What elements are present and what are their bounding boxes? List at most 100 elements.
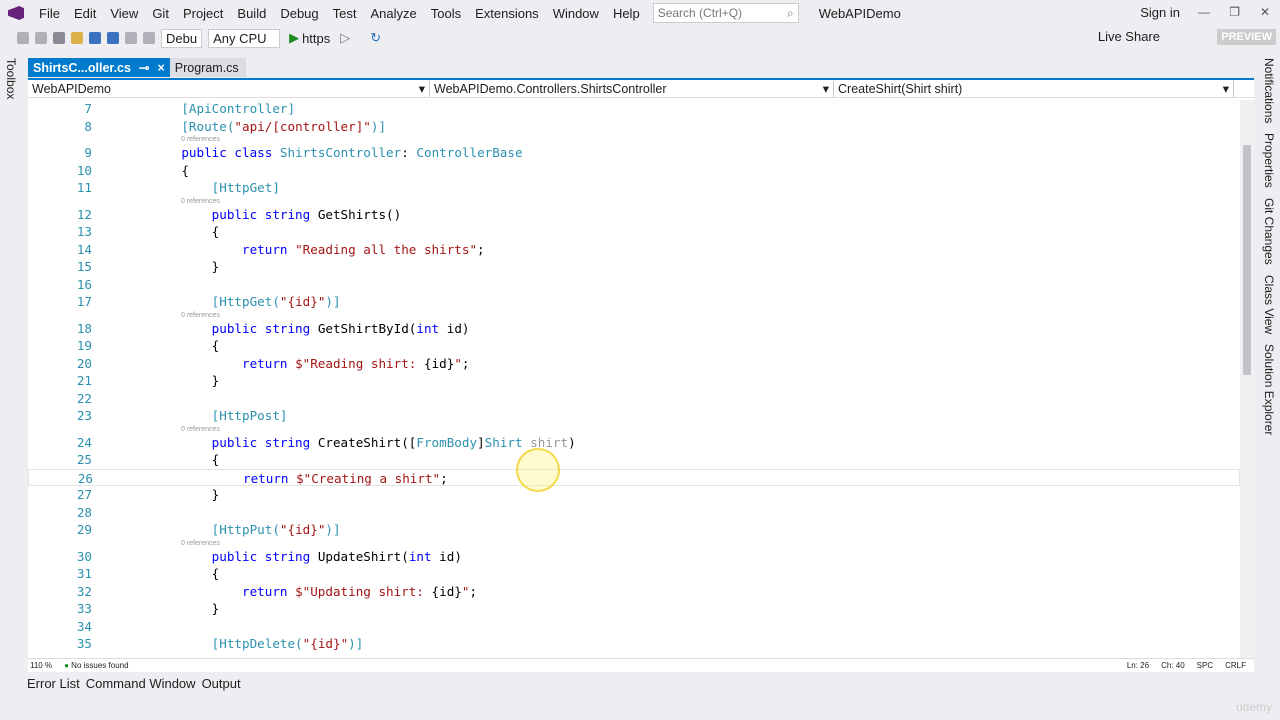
bottom-tab-error-list[interactable]: Error List [27, 676, 80, 691]
zoom-level[interactable]: 110 % [30, 661, 52, 670]
configuration-select[interactable]: Debu [161, 28, 203, 48]
line-text: { [151, 162, 189, 180]
code-line: 20 return $"Reading shirt: {id}"; [28, 355, 1240, 373]
menu-view[interactable]: View [103, 6, 145, 21]
save-icon[interactable] [89, 32, 101, 44]
line-text: return $"Reading shirt: {id}"; [151, 355, 470, 373]
menu-build[interactable]: Build [230, 6, 273, 21]
save-all-icon[interactable] [107, 32, 119, 44]
member-name: CreateShirt(Shirt shirt) [838, 81, 963, 96]
menu-file[interactable]: File [32, 6, 67, 21]
code-token: )] [370, 118, 387, 134]
code-lens-references[interactable]: 0 references [28, 135, 1240, 144]
code-token: "api/[controller]" [234, 118, 371, 134]
live-share-button[interactable]: Live Share [1098, 29, 1160, 44]
code-token: public string [151, 320, 318, 336]
tab-0[interactable]: ShirtsC...oller.cs ⊸ × [28, 58, 170, 77]
code-token: return [151, 583, 296, 599]
back-icon[interactable] [17, 32, 29, 44]
menu-analyze[interactable]: Analyze [363, 6, 423, 21]
code-token: { [151, 452, 220, 467]
forward-icon[interactable] [35, 32, 47, 44]
line-number: 19 [76, 338, 92, 353]
code-lens-references[interactable]: 0 references [28, 539, 1240, 548]
menu-git[interactable]: Git [145, 6, 176, 21]
redo-icon[interactable] [143, 32, 155, 44]
menu-project[interactable]: Project [176, 6, 230, 21]
code-token: public string [151, 434, 318, 450]
menu-debug[interactable]: Debug [273, 6, 325, 21]
refresh-icon[interactable]: ↻ [370, 30, 381, 46]
dock-tab-class-view[interactable]: Class View [1262, 275, 1276, 334]
code-line: 32 return $"Updating shirt: {id}"; [28, 583, 1240, 601]
close-window-button[interactable]: ✕ [1260, 5, 1270, 19]
menu-help[interactable]: Help [606, 6, 647, 21]
line-number: Ln: 26 [1126, 661, 1150, 670]
line-number: 25 [76, 452, 92, 467]
editor-status-bar: 110 % ● No issues found Ln: 26 Ch: 40 SP… [28, 658, 1254, 672]
code-line: 8 [Route("api/[controller]")] [28, 118, 1240, 136]
bottom-tab-output[interactable]: Output [202, 676, 241, 691]
code-token: int [408, 548, 440, 564]
menu-test[interactable]: Test [326, 6, 364, 21]
member-dropdown[interactable]: CreateShirt(Shirt shirt) ▾ [834, 80, 1234, 97]
undo-icon[interactable] [125, 32, 137, 44]
dock-tab-properties[interactable]: Properties [1262, 133, 1276, 188]
dock-tab-solution-explorer[interactable]: Solution Explorer [1262, 344, 1276, 435]
toolbox-tab[interactable]: Toolbox [4, 58, 18, 99]
line-text: [Route("api/[controller]")] [151, 118, 386, 136]
menu-window[interactable]: Window [546, 6, 606, 21]
line-number: 32 [76, 583, 92, 599]
line-text: } [151, 600, 220, 618]
code-lens-references[interactable]: 0 references [28, 311, 1240, 320]
line-text: return $"Updating shirt: {id}"; [151, 583, 477, 601]
code-editor[interactable]: WebAPIDemo ▾ WebAPIDemo.Controllers.Shirt… [28, 78, 1254, 658]
issues-text: No issues found [71, 661, 129, 670]
line-text: [HttpPut("{id}")] [151, 521, 341, 539]
code-token: $"Creating a shirt" [296, 470, 441, 486]
class-dropdown[interactable]: WebAPIDemo.Controllers.ShirtsController ▾ [430, 80, 834, 97]
tab-1[interactable]: Program.cs [169, 58, 246, 77]
dock-tab-notifications[interactable]: Notifications [1262, 58, 1276, 123]
minimize-button[interactable]: — [1198, 5, 1210, 19]
code-lens-references[interactable]: 0 references [28, 197, 1240, 206]
code-token: ] [477, 434, 485, 450]
run-icon[interactable]: ▶ [289, 30, 299, 46]
line-text: } [151, 486, 220, 504]
vertical-scrollbar[interactable] [1240, 100, 1254, 658]
line-number: 31 [76, 566, 92, 581]
menu-edit[interactable]: Edit [67, 6, 103, 21]
start-without-debug-icon[interactable]: ▷ [340, 30, 350, 46]
close-tab-icon[interactable]: × [157, 61, 164, 75]
code-area[interactable]: 7 [ApiController] 8 [Route("api/[controll… [28, 100, 1240, 653]
menu-extensions[interactable]: Extensions [468, 6, 546, 21]
line-number: 22 [76, 390, 92, 406]
open-icon[interactable] [71, 32, 83, 44]
run-button[interactable]: https [302, 31, 330, 46]
code-token: [HttpGet( [151, 294, 280, 309]
pin-icon[interactable]: ⊸ [139, 60, 149, 75]
menu-bar: File Edit View Git Project Build Debug Test Anal… [0, 0, 1280, 26]
search-input[interactable]: Search (Ctrl+Q) ⌕ [652, 3, 799, 23]
code-line: 24 public string CreateShirt([FromBody]S… [28, 434, 1240, 452]
new-project-icon[interactable] [53, 32, 65, 44]
code-line: 13 { [28, 223, 1240, 241]
platform-select[interactable]: Any CPU [208, 28, 281, 48]
line-number: 18 [76, 320, 92, 336]
dock-tab-git-changes[interactable]: Git Changes [1262, 198, 1276, 265]
bottom-tab-command-window[interactable]: Command Window [86, 676, 196, 691]
code-lens-references[interactable]: 0 references [28, 425, 1240, 434]
issues-status[interactable]: ● No issues found [64, 661, 128, 670]
menu-tools[interactable]: Tools [424, 6, 468, 21]
restore-button[interactable]: ❐ [1229, 5, 1240, 19]
code-token: {id} [423, 355, 455, 371]
project-dropdown[interactable]: WebAPIDemo ▾ [28, 80, 430, 97]
scrollbar-thumb[interactable] [1243, 145, 1251, 375]
code-line: 12 public string GetShirts() [28, 206, 1240, 224]
line-number: 20 [76, 355, 92, 371]
code-token: ShirtsController [279, 145, 402, 160]
sign-in-button[interactable]: Sign in [1140, 5, 1180, 20]
code-token: { [151, 338, 220, 353]
right-dock: Notifications Properties Git Changes Class … [1262, 58, 1276, 435]
code-token: { [151, 224, 220, 239]
